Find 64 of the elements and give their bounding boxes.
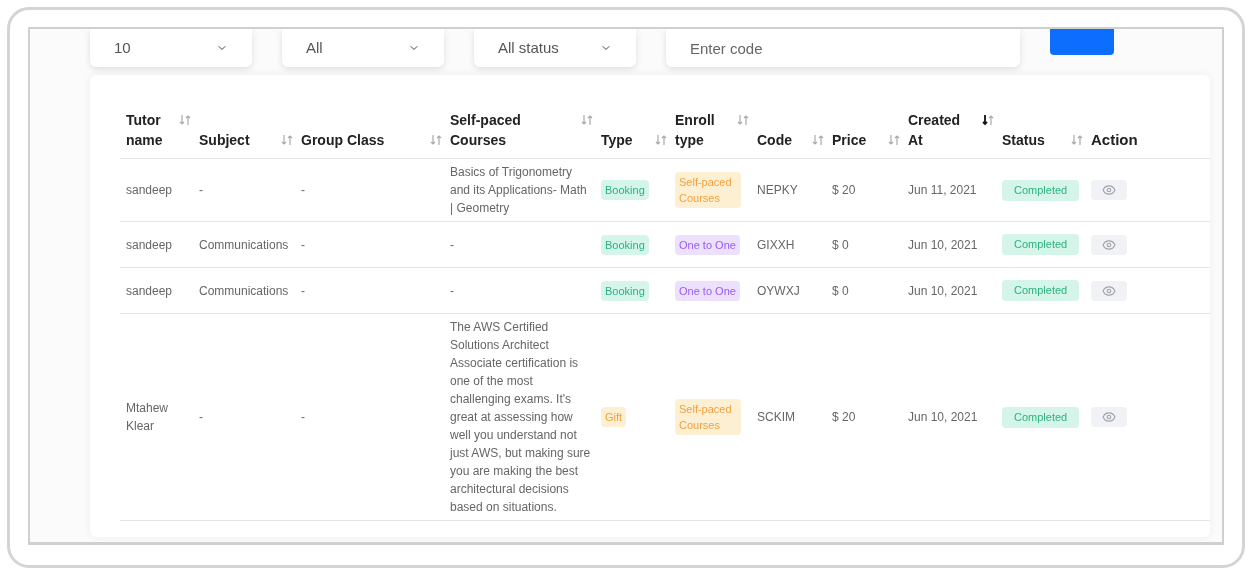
- type-badge: Booking: [601, 180, 649, 200]
- column-header: Created At: [908, 111, 962, 150]
- course-text: -: [450, 237, 454, 252]
- view-button[interactable]: [1091, 234, 1127, 255]
- date-text: Jun 11, 2021: [908, 183, 977, 197]
- course-text: -: [450, 283, 454, 298]
- date-text: Jun 10, 2021: [908, 410, 978, 424]
- column-header: Self-paced Courses: [450, 111, 522, 150]
- column-header: Subject: [199, 131, 250, 150]
- type-badge: Gift: [601, 407, 627, 427]
- sort-icon[interactable]: [982, 114, 994, 126]
- course-text: Basics of Trigonometry and its Applications- Math | Geometry: [450, 165, 587, 215]
- column-header: Tutor name: [126, 111, 164, 150]
- eye-icon: [1102, 283, 1116, 298]
- status-badge: Completed: [1002, 280, 1080, 301]
- column-header: Price: [832, 131, 867, 150]
- price-text: $ 0: [832, 237, 849, 252]
- code-text: OYWXJ: [757, 283, 800, 298]
- enroll-type-badge: One to One: [675, 280, 740, 301]
- column-header: Group Class: [301, 131, 385, 150]
- type-badge: Booking: [601, 280, 649, 301]
- column-header: Status: [1002, 131, 1045, 150]
- column-header: Type: [601, 131, 633, 150]
- group-class-text: -: [301, 410, 305, 424]
- date-text: Jun 10, 2021: [908, 237, 978, 252]
- course-text: The AWS Certified Solutions Architect Associate certification is one of the most challenging exams. It's great at assessing how well you understand not just AWS, but making sure you are making the best architectural decisions based on situations.: [450, 320, 591, 514]
- subject-text: -: [199, 410, 203, 424]
- date-text: Jun 10, 2021: [908, 283, 978, 298]
- tutor-name: sandeep: [126, 183, 173, 197]
- price-text: $ 0: [832, 283, 849, 298]
- view-button[interactable]: [1091, 280, 1127, 301]
- column-header: Code: [757, 131, 792, 150]
- filter-dropdown[interactable]: All: [282, 29, 444, 67]
- tutor-name: Mtahew Klear: [126, 401, 169, 433]
- subject-text: -: [199, 183, 203, 197]
- column-header: Action: [1091, 130, 1138, 150]
- code-input-field[interactable]: Enter code: [666, 29, 1020, 67]
- filter-dropdown[interactable]: All status: [474, 29, 636, 67]
- code-text: SCKIM: [757, 410, 795, 424]
- price-text: $ 20: [832, 183, 856, 197]
- group-class-text: -: [301, 283, 305, 298]
- group-class-text: -: [301, 183, 305, 197]
- type-badge: Booking: [601, 234, 649, 255]
- enroll-type-badge: Self-paced Courses: [675, 172, 741, 208]
- view-button[interactable]: [1091, 180, 1127, 200]
- code-text: GIXXH: [757, 237, 795, 252]
- tutor-name: sandeep: [126, 283, 173, 298]
- eye-icon: [1102, 237, 1116, 252]
- group-class-text: -: [301, 237, 305, 252]
- eye-icon: [1102, 410, 1116, 424]
- tutor-name: sandeep: [126, 237, 173, 252]
- price-text: $ 20: [832, 410, 856, 424]
- status-badge: Completed: [1002, 234, 1080, 255]
- status-badge: Completed: [1002, 179, 1080, 201]
- view-button[interactable]: [1091, 407, 1127, 427]
- code-text: NEPKY: [757, 183, 798, 197]
- filter-dropdown[interactable]: 10: [90, 29, 252, 67]
- status-badge: Completed: [1002, 406, 1080, 428]
- subject-text: Communications: [199, 237, 289, 252]
- column-header: Enroll type: [675, 111, 716, 150]
- eye-icon: [1102, 183, 1116, 197]
- enroll-type-badge: Self-paced Courses: [675, 399, 741, 435]
- subject-text: Communications: [199, 283, 289, 298]
- enroll-type-badge: One to One: [675, 234, 740, 255]
